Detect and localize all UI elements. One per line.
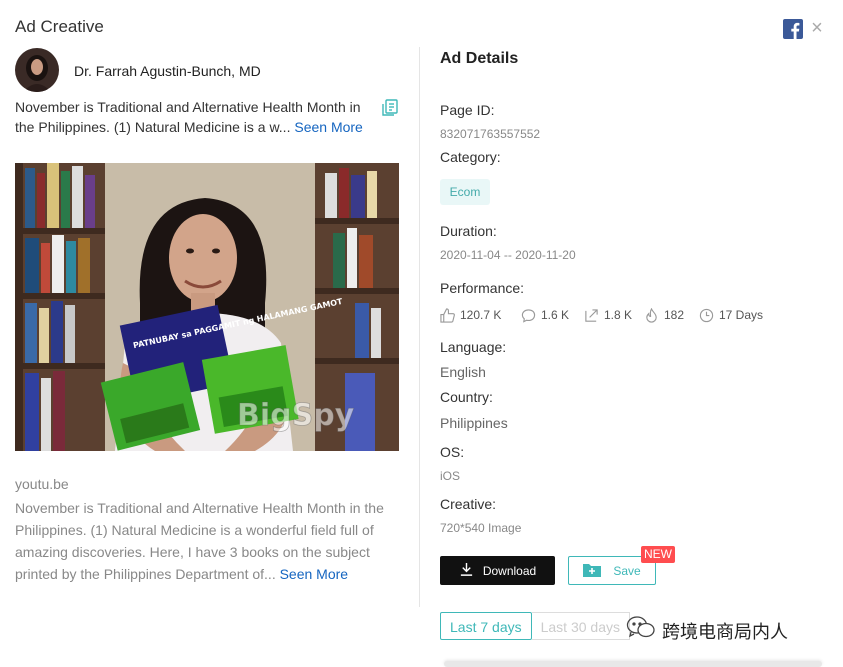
wechat-watermark: 跨境电商局内人: [626, 615, 788, 646]
duration-label: Duration:: [440, 223, 497, 239]
likes-value: 120.7 K: [460, 308, 502, 322]
ad-description-long: November is Traditional and Alternative …: [15, 497, 395, 585]
new-badge: NEW: [641, 546, 675, 563]
tab-last-7-days[interactable]: Last 7 days: [440, 612, 532, 640]
performance-label: Performance:: [440, 280, 525, 296]
category-tag: Ecom: [440, 179, 490, 205]
bigspy-watermark: BigSpy: [237, 398, 355, 433]
divider: [419, 47, 420, 607]
days-value: 17 Days: [719, 308, 764, 322]
save-label: Save: [613, 563, 641, 578]
avatar: [15, 48, 59, 92]
likes-stat: 120.7 K: [440, 305, 501, 325]
ad-details-title: Ad Details: [440, 50, 519, 67]
heat-value: 182: [664, 308, 685, 322]
date-range-tabs: Last 7 days Last 30 days: [440, 612, 630, 640]
page-title: Ad Creative: [15, 17, 104, 36]
share-icon: [584, 308, 599, 323]
download-label: Download: [482, 563, 537, 578]
link-domain[interactable]: youtu.be: [15, 476, 69, 492]
flame-icon: [644, 307, 659, 323]
page-id-label: Page ID:: [440, 102, 495, 118]
see-more-link[interactable]: Seen More: [294, 119, 362, 135]
clock-icon: [699, 308, 714, 323]
comment-icon: [521, 308, 536, 323]
creative-value: 720*540 Image: [440, 521, 522, 535]
comments-stat: 1.6 K: [521, 305, 569, 325]
os-label: OS:: [440, 444, 465, 460]
tab-last-30-days[interactable]: Last 30 days: [531, 612, 630, 640]
language-label: Language:: [440, 339, 507, 355]
see-more-link-long[interactable]: Seen More: [280, 566, 348, 582]
comments-value: 1.6 K: [541, 308, 570, 322]
download-button[interactable]: Download: [440, 556, 555, 585]
folder-add-icon: [583, 562, 602, 580]
creative-label: Creative:: [440, 496, 497, 512]
ad-description-short: November is Traditional and Alternative …: [15, 97, 375, 137]
wechat-icon: [626, 615, 656, 646]
shares-value: 1.8 K: [604, 308, 633, 322]
country-label: Country:: [440, 389, 493, 405]
thumbs-up-icon: [440, 307, 455, 323]
shares-stat: 1.8 K: [584, 305, 632, 325]
ad-creative-image[interactable]: PATNUBAY sa PAGGAMIT ng HALAMANG GAMOT B…: [15, 163, 399, 451]
language-value: English: [440, 364, 486, 380]
duration-value: 2020-11-04 -- 2020-11-20: [440, 248, 576, 262]
advertiser-name[interactable]: Dr. Farrah Agustin-Bunch, MD: [74, 63, 261, 79]
country-value: Philippines: [440, 415, 508, 431]
download-icon: [459, 562, 474, 580]
category-label: Category:: [440, 149, 501, 165]
os-value: iOS: [440, 469, 461, 483]
facebook-icon[interactable]: [783, 19, 803, 39]
page-id-value: 832071763557552: [440, 127, 541, 141]
scroll-shadow-bar: [444, 661, 822, 667]
days-stat: 17 Days: [699, 305, 763, 325]
copy-icon[interactable]: [380, 98, 400, 118]
watermark-text: 跨境电商局内人: [662, 621, 788, 642]
close-icon[interactable]: ×: [808, 17, 826, 39]
heat-stat: 182: [644, 305, 684, 325]
